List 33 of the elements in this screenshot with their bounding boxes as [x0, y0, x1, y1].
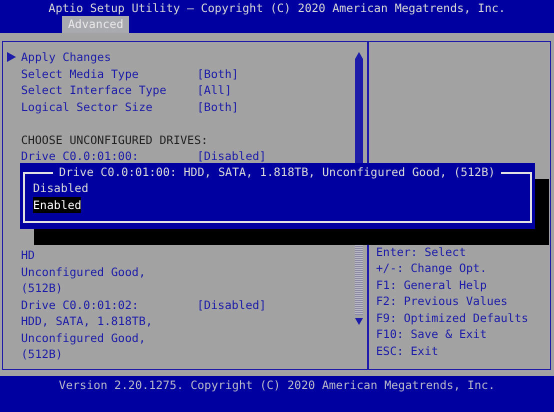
help-line: F1: General Help	[376, 276, 488, 293]
setting-label[interactable]: Drive C0.0:01:00:	[21, 148, 197, 164]
setting-value[interactable]: [All]	[197, 82, 232, 98]
drive-description: HDD, SATA, 1.818TB,	[21, 313, 153, 330]
window-title: Aptio Setup Utility – Copyright (C) 2020 American Megatrends, Inc.	[48, 0, 506, 16]
drive-description: Unconfigured Good,	[21, 264, 146, 280]
setting-label[interactable]: Select Media Type	[21, 66, 197, 82]
setting-label[interactable]: Select Interface Type	[21, 82, 197, 98]
scroll-down-arrow-icon[interactable]	[355, 318, 363, 325]
setting-value[interactable]: [Both]	[197, 98, 239, 115]
popup-option[interactable]: Disabled	[33, 180, 88, 196]
help-line: F9: Optimized Defaults	[376, 310, 530, 326]
setting-label[interactable]: Drive C0.0:01:02:	[21, 296, 197, 313]
drive-description: Unconfigured Good,	[21, 330, 146, 346]
help-line: F10: Save & Exit	[376, 326, 488, 342]
setting-value[interactable]: [Disabled]	[197, 148, 266, 164]
help-line: Enter: Select	[376, 244, 468, 260]
drive-description: HD	[21, 247, 35, 264]
section-heading: CHOOSE UNCONFIGURED DRIVES:	[21, 132, 208, 148]
setting-value[interactable]: [Disabled]	[197, 296, 266, 313]
setting-label[interactable]: Logical Sector Size	[21, 98, 197, 115]
help-line: F2: Previous Values	[376, 293, 509, 310]
help-line: ESC: Exit	[376, 342, 440, 359]
setting-label[interactable]: Apply Changes	[21, 49, 197, 66]
submenu-arrow-icon	[7, 52, 16, 62]
popup-title: Drive C0.0:01:00: HDD, SATA, 1.818TB, Unconfigured Good, (512B)	[53, 164, 502, 180]
version-footer: Version 2.20.1275. Copyright (C) 2020 American Megatrends, Inc.	[58, 377, 496, 412]
drive-description: (512B)	[21, 346, 63, 362]
popup-option[interactable]: Enabled	[33, 196, 82, 213]
help-line: +/-: Change Opt.	[376, 260, 488, 276]
drive-description: (512B)	[21, 280, 63, 296]
setting-value[interactable]: [Both]	[197, 66, 239, 82]
scroll-up-arrow-icon[interactable]	[355, 52, 363, 59]
